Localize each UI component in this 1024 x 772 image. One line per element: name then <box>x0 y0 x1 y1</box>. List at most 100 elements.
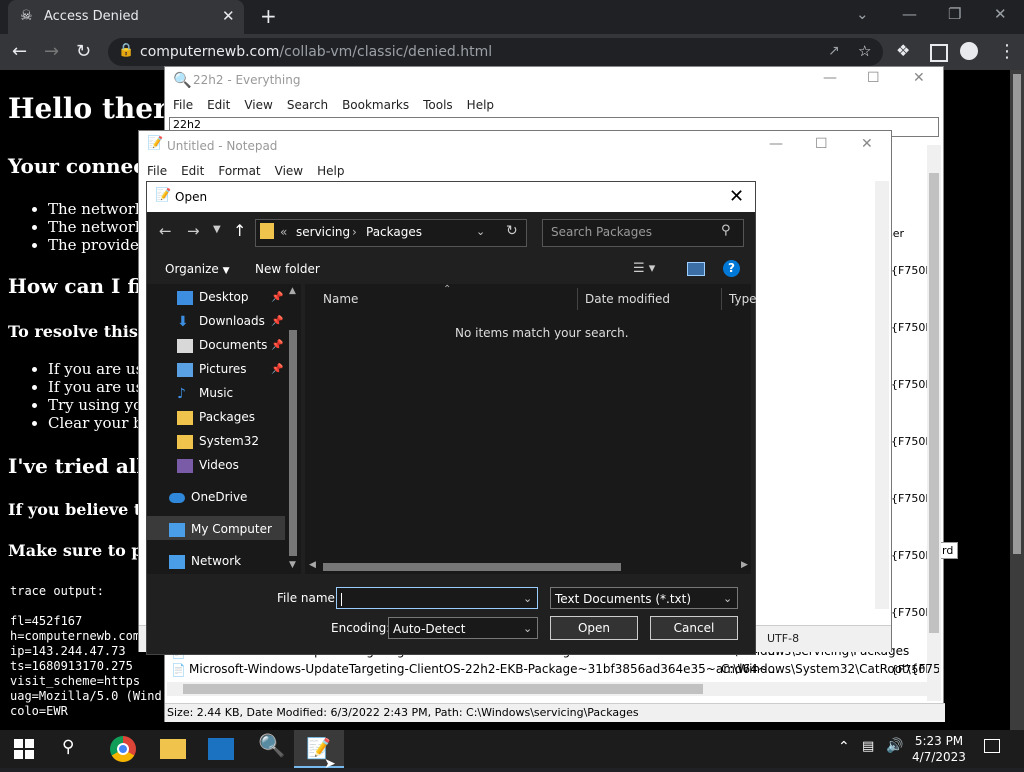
file-type-dropdown-icon[interactable]: ⌄ <box>723 588 732 610</box>
everything-menu-search[interactable]: Search <box>287 98 328 112</box>
page-scrollbar-thumb[interactable] <box>1013 74 1021 554</box>
everything-menu-tools[interactable]: Tools <box>423 98 453 112</box>
menu-kebab-icon[interactable]: ⋮ <box>998 41 1016 62</box>
everything-minimize-icon[interactable]: — <box>823 70 837 86</box>
nav-scroll-down-icon[interactable]: ▼ <box>289 560 296 570</box>
everything-horizontal-scrollbar[interactable] <box>167 682 941 696</box>
address-dropdown-icon[interactable]: ⌄ <box>476 225 485 238</box>
address-bar[interactable]: 🔒 computernewb.com/collab-vm/classic/den… <box>108 38 883 66</box>
notepad-menu-help[interactable]: Help <box>317 164 344 178</box>
close-window-icon[interactable]: ✕ <box>994 5 1007 23</box>
file-type-select[interactable]: Text Documents (*.txt) ⌄ <box>550 587 738 609</box>
organize-button[interactable]: Organize ▼ <box>165 262 230 276</box>
file-name-dropdown-icon[interactable]: ⌄ <box>523 588 532 610</box>
encoding-select[interactable]: Auto-Detect ⌄ <box>388 617 538 639</box>
minimize-icon[interactable]: — <box>902 5 917 23</box>
side-panel-icon[interactable] <box>930 44 948 62</box>
taskbar-search-icon[interactable]: ⚲ <box>62 737 74 757</box>
encoding-dropdown-icon[interactable]: ⌄ <box>523 618 532 640</box>
reload-icon[interactable]: ↻ <box>76 41 91 62</box>
nav-scrollbar[interactable]: ▲ ▼ <box>287 286 299 570</box>
dialog-recent-dropdown-icon[interactable]: ▼ <box>213 224 221 235</box>
everything-hscroll-thumb[interactable] <box>183 684 703 694</box>
open-dialog[interactable]: 📝 Open ✕ ← → ▼ ↑ « servicing › Packages … <box>146 181 757 655</box>
dialog-back-icon[interactable]: ← <box>159 222 172 240</box>
dialog-up-icon[interactable]: ↑ <box>233 221 246 240</box>
everything-taskbar-icon[interactable]: 🔍 <box>258 734 285 759</box>
new-folder-button[interactable]: New folder <box>255 262 320 276</box>
show-hidden-icons-icon[interactable]: ⌃ <box>838 739 850 755</box>
breadcrumb-overflow[interactable]: « <box>280 225 287 239</box>
notepad-vertical-scrollbar[interactable] <box>875 181 889 609</box>
notifications-icon[interactable] <box>984 739 1000 753</box>
notepad-menu-view[interactable]: View <box>275 164 303 178</box>
dialog-address-bar[interactable]: « servicing › Packages ⌄ ↻ <box>255 219 527 247</box>
documents-icon <box>177 338 193 353</box>
bookmark-star-icon[interactable]: ☆ <box>858 42 871 60</box>
file-list-hscroll-thumb[interactable] <box>323 563 621 571</box>
restore-icon[interactable]: ❐ <box>948 5 961 23</box>
file-list-horizontal-scrollbar[interactable]: ◀ ▶ <box>305 560 751 574</box>
browser-tab[interactable]: ☠ Access Denied ✕ <box>8 0 244 34</box>
nav-item-network[interactable]: Network <box>169 550 289 572</box>
profile-avatar-icon[interactable] <box>960 42 978 60</box>
cancel-button[interactable]: Cancel <box>650 616 738 640</box>
dialog-forward-icon[interactable]: → <box>187 222 200 240</box>
dialog-search-box[interactable]: Search Packages ⚲ <box>542 219 744 247</box>
breadcrumb-packages[interactable]: Packages <box>366 225 422 239</box>
notepad-menu-file[interactable]: File <box>147 164 167 178</box>
column-header-type[interactable]: Type <box>729 292 757 306</box>
breadcrumb-servicing[interactable]: servicing <box>296 225 350 239</box>
notepad-minimize-icon[interactable]: — <box>769 136 783 152</box>
page-scrollbar[interactable] <box>1010 70 1024 730</box>
new-tab-icon[interactable]: + <box>260 4 277 28</box>
everything-menu-help[interactable]: Help <box>467 98 494 112</box>
nav-item-music[interactable]: ♪ Music <box>177 382 297 404</box>
forward-icon[interactable]: → <box>44 41 59 62</box>
nav-item-my-computer[interactable]: My Computer <box>169 518 289 540</box>
file-explorer-taskbar-icon[interactable] <box>160 739 186 759</box>
everything-result-row[interactable]: 📄 Microsoft-Windows-UpdateTargeting-Clie… <box>169 662 939 680</box>
url-path: /collab-vm/classic/denied.html <box>279 44 493 60</box>
hscroll-right-icon[interactable]: ▶ <box>741 560 748 570</box>
notepad-menu-format[interactable]: Format <box>218 164 260 178</box>
file-name-input[interactable]: ⌄ <box>336 587 538 609</box>
nav-scrollbar-thumb[interactable] <box>289 330 297 556</box>
everything-menu-file[interactable]: File <box>173 98 193 112</box>
nav-item-videos[interactable]: Videos <box>177 454 297 476</box>
column-header-date-modified[interactable]: Date modified <box>585 292 670 306</box>
nav-item-system32[interactable]: System32 <box>177 430 297 452</box>
tab-close-icon[interactable]: ✕ <box>222 7 235 25</box>
control-panel-taskbar-icon[interactable] <box>208 738 234 760</box>
preview-pane-icon[interactable] <box>687 262 705 276</box>
dialog-file-list[interactable]: Name ⌃ Date modified Type No items match… <box>305 284 757 574</box>
share-icon[interactable]: ↗ <box>828 43 840 59</box>
everything-close-icon[interactable]: ✕ <box>913 70 925 86</box>
everything-scrollbar-thumb[interactable] <box>929 173 939 633</box>
nav-item-onedrive[interactable]: OneDrive <box>169 486 289 508</box>
refresh-icon[interactable]: ↻ <box>506 223 518 239</box>
hscroll-left-icon[interactable]: ◀ <box>309 560 316 570</box>
notepad-close-icon[interactable]: ✕ <box>861 136 873 152</box>
everything-menu-bookmarks[interactable]: Bookmarks <box>342 98 409 112</box>
nav-scroll-up-icon[interactable]: ▲ <box>289 286 296 296</box>
network-tray-icon[interactable]: ▤ <box>862 739 874 754</box>
dialog-close-icon[interactable]: ✕ <box>729 186 744 207</box>
column-header-name[interactable]: Name <box>323 292 358 306</box>
nav-item-packages[interactable]: Packages <box>177 406 297 428</box>
notepad-menu-edit[interactable]: Edit <box>181 164 204 178</box>
help-icon[interactable]: ? <box>723 260 740 277</box>
everything-maximize-icon[interactable]: ☐ <box>867 70 880 86</box>
tab-search-icon[interactable]: ⌄ <box>856 5 869 23</box>
open-button[interactable]: Open <box>550 616 638 640</box>
everything-menu-edit[interactable]: Edit <box>207 98 230 112</box>
extensions-icon[interactable]: ❖ <box>896 41 910 60</box>
notepad-maximize-icon[interactable]: ☐ <box>815 136 828 152</box>
view-options-icon[interactable]: ☰ ▾ <box>633 261 655 276</box>
start-button-icon[interactable] <box>14 739 34 759</box>
back-icon[interactable]: ← <box>12 41 27 62</box>
taskbar-clock[interactable]: 5:23 PM 4/7/2023 <box>900 733 978 765</box>
everything-vertical-scrollbar[interactable] <box>927 145 941 701</box>
chrome-taskbar-icon[interactable] <box>110 736 136 762</box>
everything-menu-view[interactable]: View <box>244 98 272 112</box>
